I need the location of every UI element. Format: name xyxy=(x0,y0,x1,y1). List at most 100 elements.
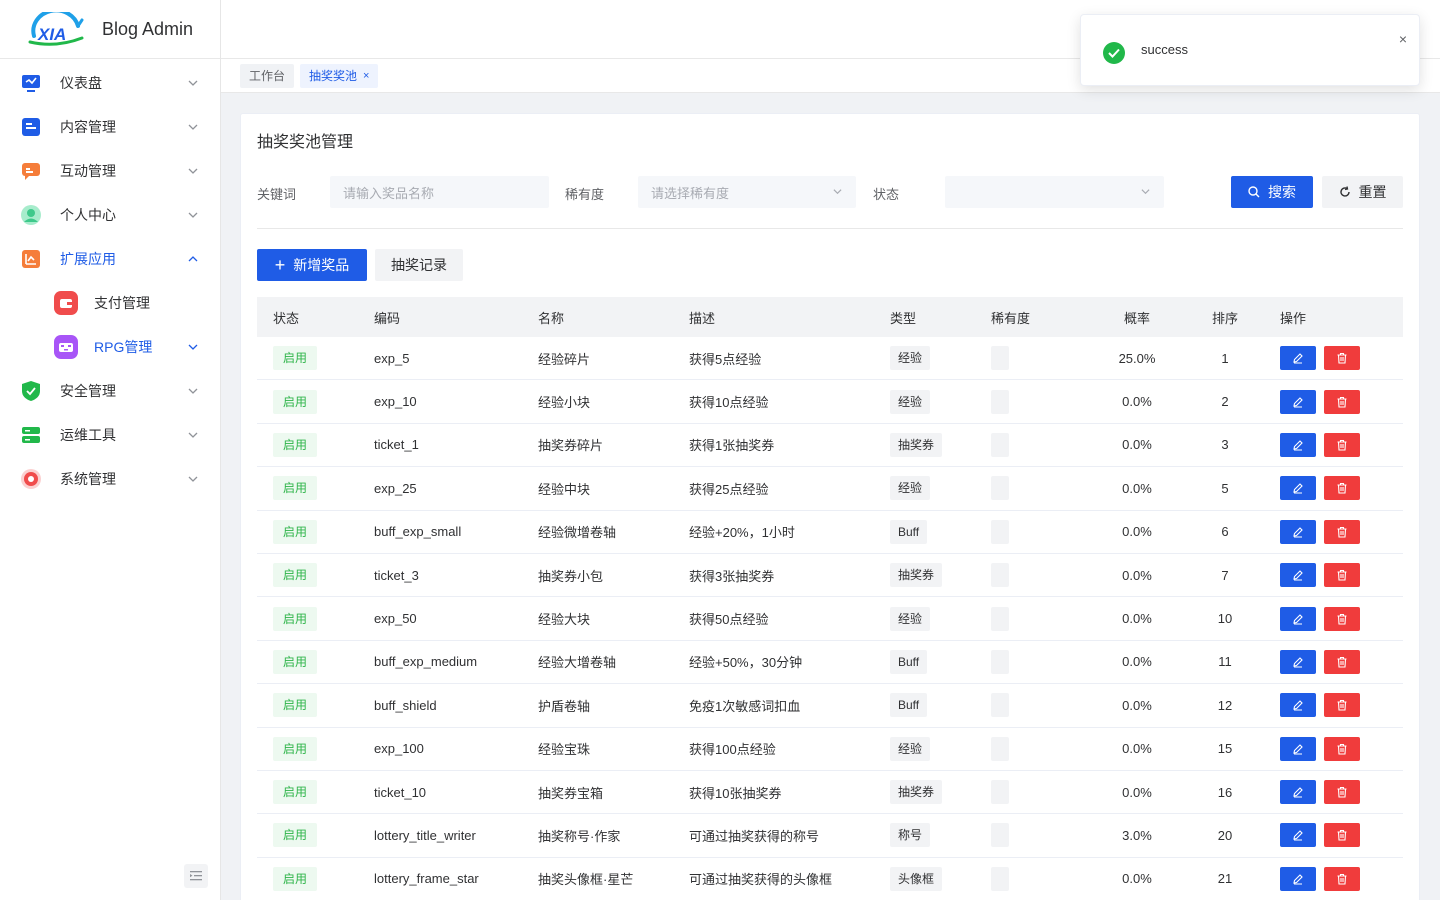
keyword-input[interactable]: 请输入奖品名称 xyxy=(330,176,549,208)
status-cell: 启用 xyxy=(257,649,374,674)
trash-icon xyxy=(1337,483,1347,494)
edit-icon xyxy=(1293,396,1303,408)
wallet-icon xyxy=(54,291,78,315)
delete-button[interactable] xyxy=(1324,823,1360,848)
sidebar-item-profile[interactable]: 个人中心 xyxy=(0,193,220,237)
sidebar-item-content[interactable]: 内容管理 xyxy=(0,105,220,149)
edit-button[interactable] xyxy=(1280,563,1316,588)
sidebar-item-ops[interactable]: 运维工具 xyxy=(0,413,220,457)
sidebar-menu: 仪表盘 内容管理 互动管理 个人中心 扩展应用 支付管理 RPG管理 安全管理 … xyxy=(0,59,220,501)
search-label: 搜索 xyxy=(1268,184,1296,200)
rarity-cell xyxy=(991,606,1092,631)
edit-icon xyxy=(1293,787,1303,798)
rarity-select[interactable]: 请选择稀有度 xyxy=(638,176,856,208)
rarity-cell xyxy=(991,519,1092,544)
sort-cell: 10 xyxy=(1217,611,1233,627)
edit-button[interactable] xyxy=(1280,780,1316,805)
rarity-cell xyxy=(991,649,1092,674)
edit-button[interactable] xyxy=(1280,736,1316,761)
rarity-badge xyxy=(991,693,1009,718)
edit-icon xyxy=(1293,570,1303,581)
code-cell: exp_10 xyxy=(374,394,417,410)
app-title: Blog Admin xyxy=(102,18,194,39)
sidebar-item-extensions[interactable]: 扩展应用 xyxy=(0,237,220,281)
sidebar-item-rpg[interactable]: RPG管理 xyxy=(0,325,220,369)
header-actions: 操作 xyxy=(1280,310,1307,326)
edit-button[interactable] xyxy=(1280,346,1316,371)
reset-button[interactable]: 重置 xyxy=(1322,176,1403,208)
probability-cell: 0.0% xyxy=(1122,697,1152,713)
actions-cell xyxy=(1268,823,1403,848)
chevron-down-icon xyxy=(188,432,198,438)
header-rarity: 稀有度 xyxy=(991,310,1031,326)
sidebar: XIA Blog Admin 仪表盘 内容管理 互动管理 个人中心 扩展应用 支… xyxy=(0,0,221,900)
close-icon[interactable]: × xyxy=(1399,31,1407,47)
edit-button[interactable] xyxy=(1280,606,1316,631)
settings-icon xyxy=(20,468,42,490)
delete-button[interactable] xyxy=(1324,780,1360,805)
delete-button[interactable] xyxy=(1324,649,1360,674)
sidebar-item-system[interactable]: 系统管理 xyxy=(0,457,220,501)
sidebar-item-label: 安全管理 xyxy=(60,383,116,399)
tab-lottery-pool[interactable]: 抽奖奖池 × xyxy=(300,63,379,88)
probability-cell: 0.0% xyxy=(1122,394,1152,410)
code-cell: ticket_10 xyxy=(374,784,427,800)
status-select[interactable] xyxy=(945,176,1164,208)
sidebar-item-interaction[interactable]: 互动管理 xyxy=(0,149,220,193)
actions-cell xyxy=(1268,432,1403,457)
edit-button[interactable] xyxy=(1280,476,1316,501)
menu-fold-icon xyxy=(190,871,202,881)
rarity-badge xyxy=(991,563,1009,588)
edit-button[interactable] xyxy=(1280,823,1316,848)
lottery-records-button[interactable]: 抽奖记录 xyxy=(375,249,463,281)
actions-cell xyxy=(1268,476,1403,501)
add-prize-button[interactable]: + 新增奖品 xyxy=(257,249,367,281)
edit-button[interactable] xyxy=(1280,693,1316,718)
name-cell: 抽奖券碎片 xyxy=(538,438,604,454)
delete-button[interactable] xyxy=(1324,476,1360,501)
tab-workbench[interactable]: 工作台 xyxy=(240,63,295,88)
type-cell: 经验 xyxy=(890,389,991,414)
name-cell: 经验小块 xyxy=(538,395,591,411)
collapse-sidebar-button[interactable] xyxy=(184,864,208,888)
sort-cell: 3 xyxy=(1221,437,1229,453)
edit-button[interactable] xyxy=(1280,389,1316,414)
sort-cell: 7 xyxy=(1221,567,1229,583)
close-icon[interactable]: × xyxy=(363,70,369,82)
delete-button[interactable] xyxy=(1324,693,1360,718)
probability-cell: 25.0% xyxy=(1118,350,1156,366)
status-cell: 启用 xyxy=(257,519,374,544)
logo-area: XIA Blog Admin xyxy=(0,0,220,59)
edit-button[interactable] xyxy=(1280,866,1316,891)
delete-button[interactable] xyxy=(1324,519,1360,544)
delete-button[interactable] xyxy=(1324,606,1360,631)
delete-button[interactable] xyxy=(1324,346,1360,371)
search-button[interactable]: 搜索 xyxy=(1231,176,1313,208)
delete-button[interactable] xyxy=(1324,389,1360,414)
lottery-records-label: 抽奖记录 xyxy=(391,257,447,273)
delete-button[interactable] xyxy=(1324,432,1360,457)
sort-cell: 6 xyxy=(1221,524,1229,540)
sort-cell: 11 xyxy=(1218,654,1232,670)
edit-button[interactable] xyxy=(1280,649,1316,674)
logo-text: XIA xyxy=(37,25,66,44)
delete-button[interactable] xyxy=(1324,736,1360,761)
status-cell: 启用 xyxy=(257,823,374,848)
sidebar-item-dashboard[interactable]: 仪表盘 xyxy=(0,61,220,105)
table-row: 启用 buff_exp_small 经验微增卷轴 经验+20%，1小时 Buff… xyxy=(257,511,1403,554)
divider xyxy=(257,228,1403,229)
sidebar-item-security[interactable]: 安全管理 xyxy=(0,369,220,413)
sidebar-item-payment[interactable]: 支付管理 xyxy=(0,281,220,325)
delete-button[interactable] xyxy=(1324,563,1360,588)
name-cell: 护盾卷轴 xyxy=(538,698,591,714)
name-cell: 经验碎片 xyxy=(538,351,591,367)
edit-button[interactable] xyxy=(1280,432,1316,457)
delete-button[interactable] xyxy=(1324,866,1360,891)
desc-cell: 获得10点经验 xyxy=(689,395,769,411)
table-row: 启用 exp_5 经验碎片 获得5点经验 经验 25.0% 1 xyxy=(257,337,1403,381)
edit-button[interactable] xyxy=(1280,519,1316,544)
trash-icon xyxy=(1337,353,1347,364)
header-probability: 概率 xyxy=(1123,310,1150,326)
actions-cell xyxy=(1268,563,1403,588)
code-cell: exp_25 xyxy=(374,480,417,496)
